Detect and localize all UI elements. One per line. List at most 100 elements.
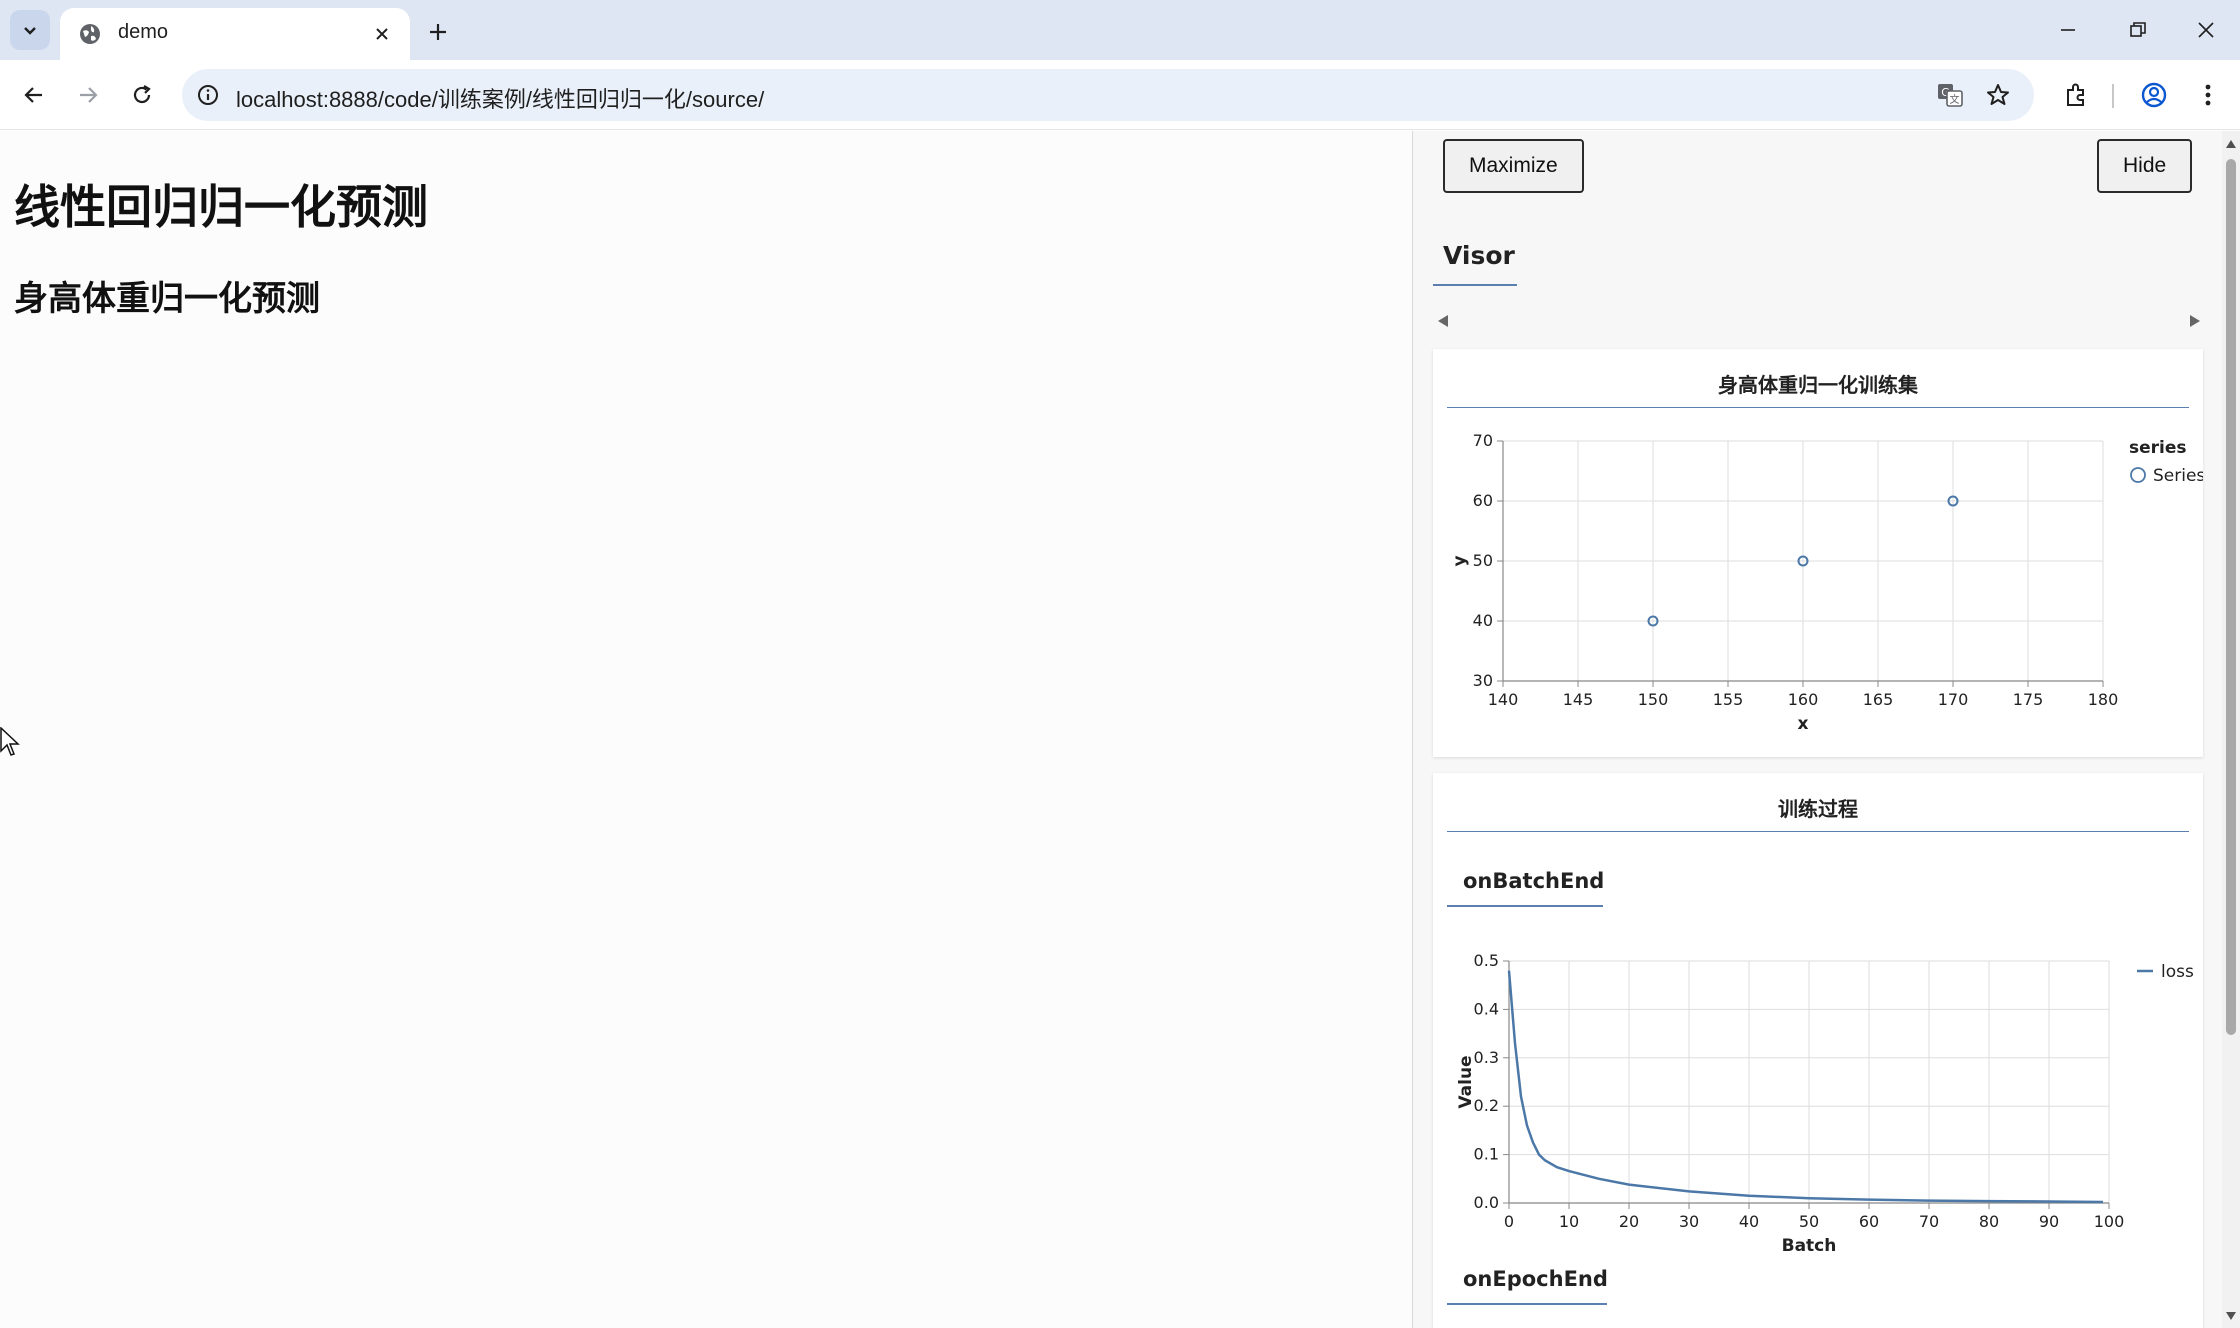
caret-down-icon	[2226, 1312, 2236, 1320]
info-icon	[198, 85, 218, 105]
page-subtitle: 身高体重归一化预测	[14, 279, 320, 319]
batch-heading-underline	[1447, 905, 1603, 907]
y-tick-label: 60	[1473, 491, 1493, 510]
y-tick-label: 0.3	[1474, 1048, 1499, 1067]
puzzle-icon	[2067, 83, 2084, 106]
x-tick-label: 10	[1559, 1212, 1579, 1231]
legend-label: Series	[2153, 466, 2203, 486]
y-tick-label: 0.5	[1474, 951, 1499, 970]
translate-icon: G文	[1938, 84, 1963, 107]
reload-button[interactable]	[122, 75, 162, 115]
globe-icon	[80, 24, 100, 44]
caret-up-icon	[2226, 140, 2236, 148]
y-tick-label: 0.4	[1474, 999, 1499, 1018]
x-tick-label: 160	[1788, 690, 1819, 709]
restore-window-button[interactable]	[2110, 10, 2166, 50]
x-tick-label: 175	[2013, 690, 2044, 709]
mouse-cursor-icon	[0, 727, 20, 756]
x-tick-label: 140	[1488, 690, 1519, 709]
extensions-button[interactable]	[2056, 75, 2096, 115]
x-tick-label: 165	[1863, 690, 1894, 709]
scroll-down-button[interactable]	[2224, 1309, 2238, 1323]
x-tick-label: 155	[1713, 690, 1744, 709]
browser-toolbar: localhost:8888/code/训练案例/线性回归归一化/source/…	[0, 60, 2240, 130]
caret-right-icon	[2190, 315, 2200, 327]
x-tick-label: 0	[1504, 1212, 1514, 1231]
y-tick-label: 70	[1473, 431, 1493, 450]
y-tick-label: 0.0	[1474, 1193, 1499, 1212]
arrow-left-icon	[24, 87, 42, 103]
chevron-down-icon	[24, 27, 36, 35]
tab-search-button[interactable]	[10, 10, 50, 50]
scatter-card-title: 身高体重归一化训练集	[1718, 373, 1918, 397]
browser-tab-demo[interactable]: demo	[60, 8, 410, 60]
address-bar[interactable]: localhost:8888/code/训练案例/线性回归归一化/source/…	[182, 69, 2034, 121]
y-axis-title: y	[1450, 555, 1470, 566]
page-scrollbar[interactable]	[2222, 131, 2240, 1328]
caret-left-icon	[1438, 315, 1448, 327]
plus-icon	[430, 24, 446, 40]
minimize-icon	[2061, 29, 2075, 31]
y-tick-label: 0.2	[1474, 1096, 1499, 1115]
close-window-button[interactable]	[2178, 10, 2234, 50]
scroll-tabs-right-button[interactable]	[2185, 311, 2205, 331]
legend-symbol	[2130, 467, 2146, 483]
close-icon	[2198, 22, 2214, 38]
batch-heading: onBatchEnd	[1463, 869, 1605, 893]
loss-line-chart: 0 10 20 30 40 50 60 70 80 90 100 0.0 0.1 0.2 0.3 0.4 0.5…	[1456, 951, 2194, 1253]
x-axis-title: x	[1798, 714, 1809, 734]
x-tick-label: 70	[1919, 1212, 1939, 1231]
epoch-heading-underline	[1447, 1303, 1607, 1305]
x-axis-title: Batch	[1782, 1236, 1837, 1253]
x-tick-label: 80	[1979, 1212, 1999, 1231]
translate-button[interactable]: G文	[1934, 79, 1966, 111]
x-tick-label: 90	[2039, 1212, 2059, 1231]
browser-tab-bar: demo	[0, 0, 2240, 60]
card-divider	[1447, 407, 2189, 408]
scroll-tabs-left-button[interactable]	[1433, 311, 1453, 331]
x-tick-label: 170	[1938, 690, 1969, 709]
x-tick-label: 180	[2088, 690, 2119, 709]
maximize-button[interactable]: Maximize	[1443, 139, 1584, 193]
visor-tab-underline	[1433, 284, 1517, 286]
site-info-button[interactable]	[194, 81, 222, 109]
new-tab-button[interactable]	[420, 14, 456, 50]
url-text[interactable]: localhost:8888/code/训练案例/线性回归归一化/source/	[236, 82, 764, 114]
training-card-title: 训练过程	[1778, 797, 1858, 821]
account-icon	[2141, 82, 2167, 108]
y-axis-title: Value	[1456, 1055, 1476, 1108]
minimize-window-button[interactable]	[2040, 10, 2096, 50]
card-divider	[1447, 831, 2189, 832]
close-icon	[376, 28, 388, 40]
close-tab-button[interactable]	[368, 20, 396, 48]
page-content: 线性回归归一化预测 身高体重归一化预测 Maximize Hide Visor …	[0, 131, 2240, 1328]
hide-button[interactable]: Hide	[2097, 139, 2193, 193]
legend-title: series	[2129, 438, 2187, 458]
visor-tab[interactable]: Visor	[1443, 241, 1515, 270]
x-tick-label: 150	[1638, 690, 1669, 709]
y-tick-label: 30	[1473, 671, 1493, 690]
bookmark-button[interactable]	[1982, 79, 2014, 111]
menu-button[interactable]	[2188, 75, 2228, 115]
star-icon	[1987, 84, 2009, 105]
forward-button[interactable]	[68, 75, 108, 115]
x-tick-label: 30	[1679, 1212, 1699, 1231]
reload-icon	[133, 85, 151, 104]
scroll-up-button[interactable]	[2224, 137, 2238, 151]
scatter-chart: 140 145 150 155 160 165 170 175 180 30 40 50 60 70 x y s…	[1450, 431, 2203, 734]
profile-button[interactable]	[2134, 75, 2174, 115]
y-tick-label: 0.1	[1474, 1145, 1499, 1164]
back-button[interactable]	[14, 75, 54, 115]
more-vert-icon	[2205, 84, 2211, 106]
restore-icon	[2130, 22, 2146, 37]
toolbar-divider	[2112, 84, 2114, 108]
x-tick-label: 100	[2094, 1212, 2125, 1231]
scrollbar-thumb[interactable]	[2226, 159, 2236, 1035]
arrow-right-icon	[80, 87, 98, 103]
x-tick-label: 40	[1739, 1212, 1759, 1231]
x-tick-label: 60	[1859, 1212, 1879, 1231]
legend-label: loss	[2161, 962, 2194, 982]
svg-text:文: 文	[1950, 93, 1960, 106]
visor-panel: Maximize Hide Visor 身高体重归一化训练集 140 145 150…	[1412, 131, 2222, 1328]
loss-series-line	[1507, 970, 2104, 1204]
